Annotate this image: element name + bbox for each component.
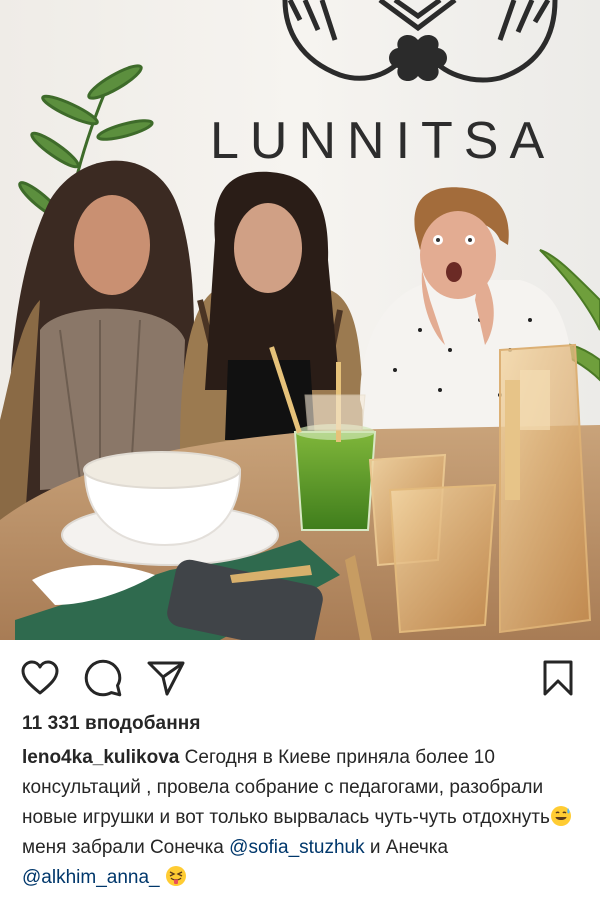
like-button[interactable] (19, 657, 61, 699)
save-button[interactable] (537, 657, 579, 699)
action-bar (0, 640, 600, 716)
caption-text-3: и Анечка (364, 837, 449, 858)
instagram-post: LUNNITSA 11 331 вподобання leno4ka_kulik… (0, 0, 600, 909)
mention-anna[interactable]: @alkhim_anna_ (22, 867, 160, 888)
likes-count[interactable]: 11 331 вподобання (22, 713, 201, 735)
caption-author[interactable]: leno4ka_kulikova (22, 747, 179, 768)
logo-clover (389, 34, 447, 82)
heart-icon (21, 660, 59, 695)
tongue-wink-emoji-icon (165, 866, 186, 886)
photo-illustration: LUNNITSA (0, 0, 600, 640)
amber-glass-2 (388, 483, 497, 634)
grinning-sweat-emoji-icon (550, 806, 571, 826)
comment-button[interactable] (82, 657, 124, 699)
caption-text-2: меня забрали Сонечка (22, 837, 230, 858)
comment-icon (84, 659, 122, 697)
paper-plane-icon (147, 661, 185, 696)
post-photo[interactable]: LUNNITSA (0, 0, 600, 640)
cafe-sign-text: LUNNITSA (210, 112, 555, 170)
share-button[interactable] (145, 657, 187, 699)
post-caption: leno4ka_kulikova Сегодня в Киеве приняла… (22, 743, 582, 893)
juice-glass (293, 431, 377, 531)
mention-sofia[interactable]: @sofia_stuzhuk (229, 837, 364, 858)
bookmark-icon (543, 660, 573, 696)
